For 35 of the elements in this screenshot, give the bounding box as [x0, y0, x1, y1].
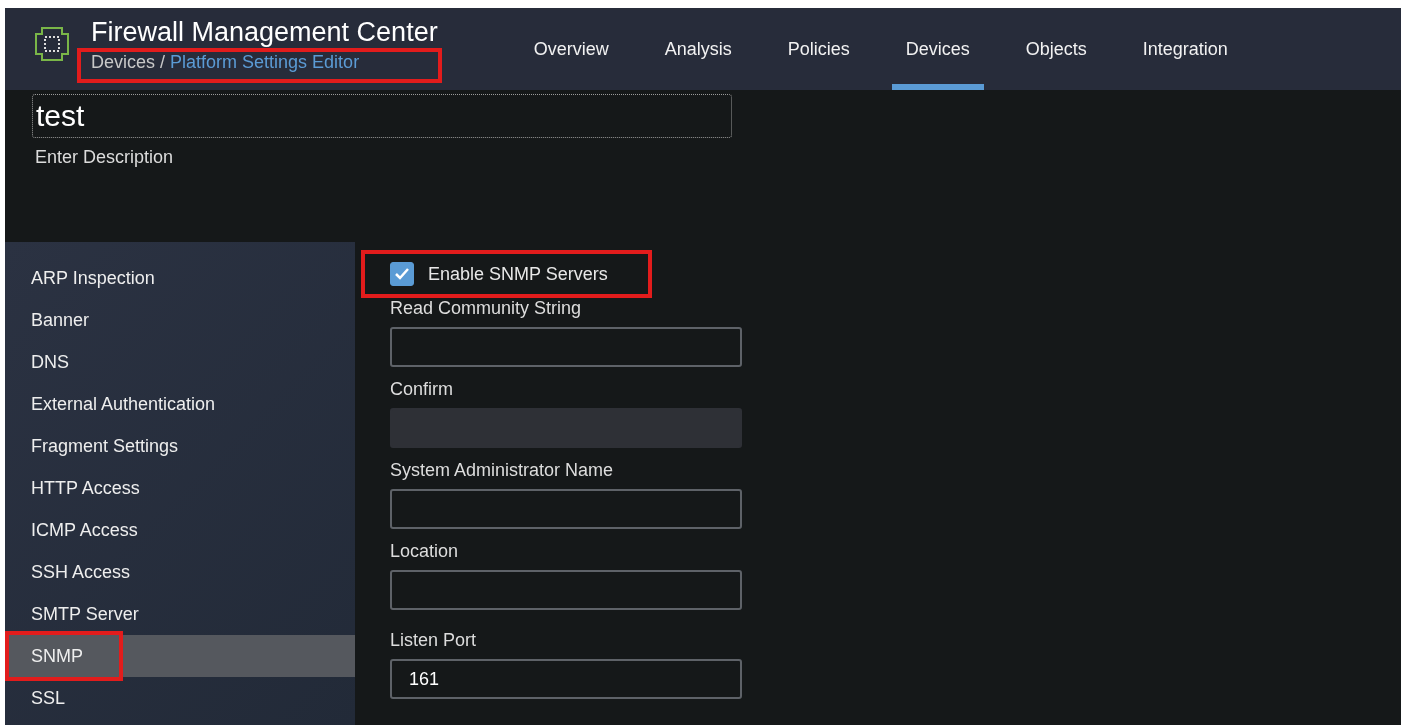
- field-label: Confirm: [390, 379, 454, 400]
- nav-tab[interactable]: Policies: [773, 8, 864, 90]
- sidebar-item[interactable]: Fragment Settings: [5, 425, 355, 467]
- field-label: Read Community String: [390, 298, 583, 319]
- breadcrumb-parent[interactable]: Devices: [91, 52, 156, 73]
- text-field[interactable]: [390, 570, 742, 610]
- sidebar-item[interactable]: SMTP Server: [5, 593, 355, 635]
- nav-tab[interactable]: Objects: [1011, 8, 1101, 90]
- field-label: Location: [390, 541, 460, 562]
- checkbox-label: Enable SNMP Servers: [428, 263, 608, 285]
- nav-tab[interactable]: Analysis: [650, 8, 746, 90]
- sidebar-item[interactable]: SSL: [5, 677, 355, 719]
- sidebar-item[interactable]: ARP Inspection: [5, 257, 355, 299]
- sidebar-item[interactable]: ICMP Access: [5, 509, 355, 551]
- policy-name-field[interactable]: test: [32, 94, 732, 138]
- nav-tab[interactable]: Integration: [1128, 8, 1242, 90]
- breadcrumb-current: Platform Settings Editor: [170, 52, 360, 73]
- app-title: Firewall Management Center: [91, 17, 438, 47]
- text-field[interactable]: [390, 489, 742, 529]
- sidebar-item[interactable]: Banner: [5, 299, 355, 341]
- field-label: Listen Port: [390, 630, 478, 651]
- checkbox[interactable]: [390, 262, 414, 286]
- description-field[interactable]: Enter Description: [35, 147, 435, 168]
- text-field[interactable]: 161: [390, 659, 742, 699]
- sidebar-item[interactable]: HTTP Access: [5, 467, 355, 509]
- field-label: System Administrator Name: [390, 460, 615, 481]
- nav-tab[interactable]: Devices: [891, 8, 984, 90]
- breadcrumb-separator: /: [160, 52, 166, 73]
- sidebar-item[interactable]: DNS: [5, 341, 355, 383]
- logo-icon: [33, 25, 71, 63]
- checkmark-icon: [394, 266, 410, 282]
- text-field[interactable]: [390, 327, 742, 367]
- sidebar-item[interactable]: External Authentication: [5, 383, 355, 425]
- sidebar-item[interactable]: SSH Access: [5, 551, 355, 593]
- nav-tab[interactable]: Overview: [519, 8, 623, 90]
